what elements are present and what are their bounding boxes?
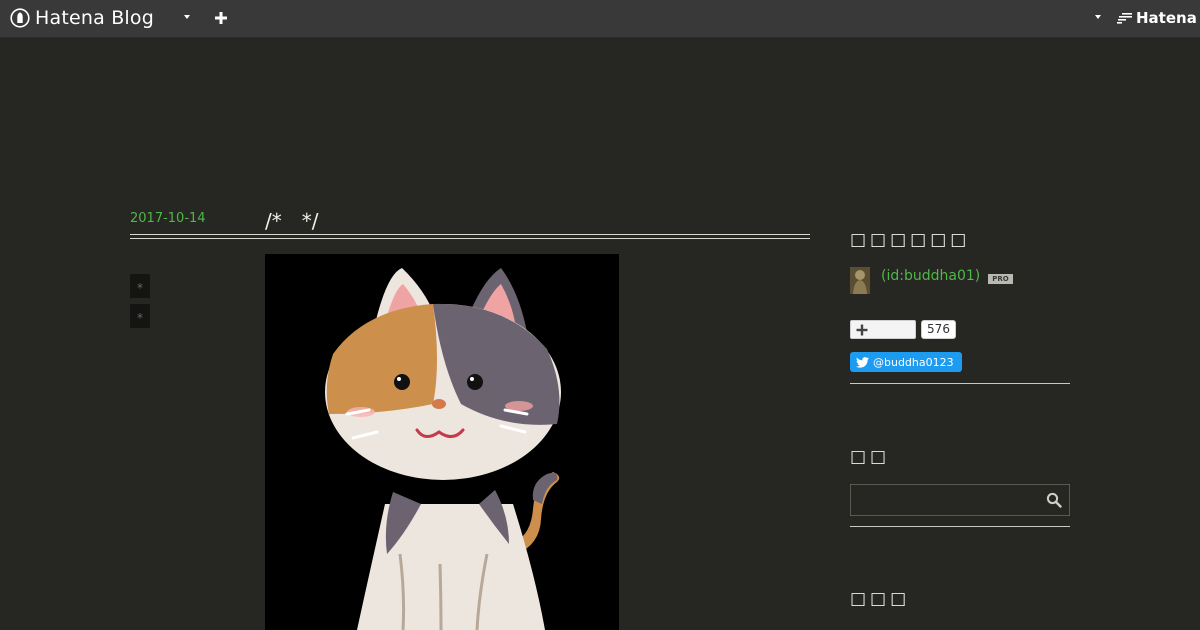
plus-icon xyxy=(856,324,868,336)
hatena-menu[interactable]: Hatena xyxy=(1117,9,1197,27)
entry-image xyxy=(265,254,619,630)
user-id-link[interactable]: (id:buddha01) xyxy=(881,268,980,284)
caret-down-icon[interactable] xyxy=(1095,15,1101,19)
entry-date[interactable]: 2017-10-14 xyxy=(130,211,206,226)
twitter-follow-button[interactable]: @buddha0123 xyxy=(850,352,962,372)
caret-down-icon[interactable] xyxy=(184,15,190,19)
search-icon[interactable] xyxy=(1046,492,1062,508)
sidebar-section-heading: □□□ xyxy=(850,589,911,609)
entry-side-marker: * xyxy=(130,274,150,298)
twitter-handle: @buddha0123 xyxy=(873,355,954,369)
sidebar-divider xyxy=(850,383,1070,384)
hatena-label: Hatena xyxy=(1136,9,1197,27)
profile-heading: □□□□□□ xyxy=(850,230,971,250)
entry-title[interactable]: /* */ xyxy=(265,205,318,234)
hatena-blog-logo[interactable]: Hatena Blog xyxy=(10,7,154,29)
title-divider xyxy=(130,234,810,235)
pro-badge: PRO xyxy=(988,274,1013,284)
sidebar-divider xyxy=(850,526,1070,527)
calico-cat-illustration xyxy=(325,268,561,630)
search-form xyxy=(850,484,1070,516)
brand-name: Hatena Blog xyxy=(35,7,154,29)
entry-side-marker: * xyxy=(130,304,150,328)
twitter-bird-icon xyxy=(856,356,869,368)
search-input[interactable] xyxy=(851,485,1036,515)
hatena-logo-icon xyxy=(1117,13,1132,24)
subscriber-count: 576 xyxy=(921,320,956,339)
buddha-statue-icon xyxy=(850,267,870,294)
subscribe-button[interactable] xyxy=(850,320,916,339)
title-divider xyxy=(130,238,810,239)
search-heading: □□ xyxy=(850,447,891,467)
hatena-blog-logo-icon xyxy=(10,8,30,28)
plus-icon[interactable] xyxy=(213,10,229,26)
avatar[interactable] xyxy=(850,267,870,294)
global-header: Hatena Blog Hatena xyxy=(0,0,1200,38)
